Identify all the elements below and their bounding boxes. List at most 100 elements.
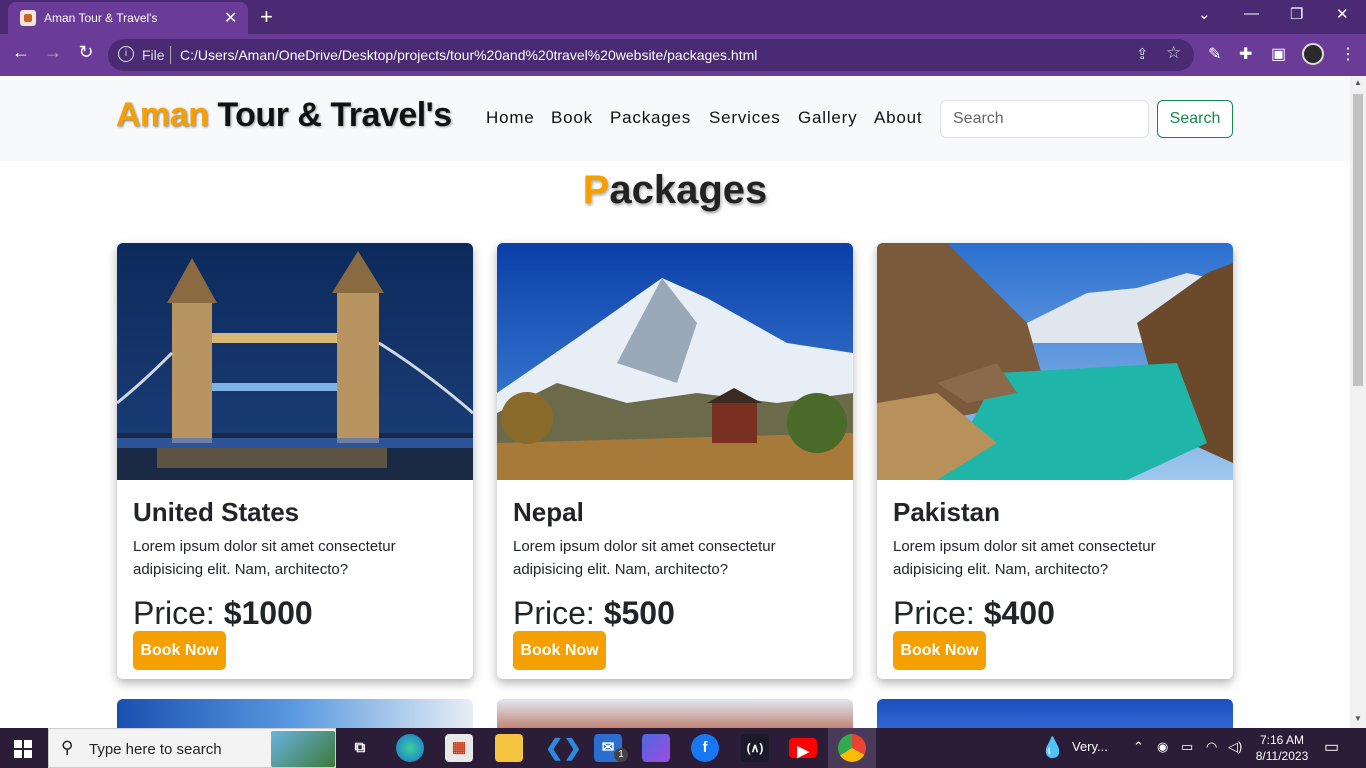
lake-image	[877, 243, 1233, 480]
profile-avatar[interactable]	[1302, 43, 1324, 65]
package-description: Lorem ipsum dolor sit amet consectetur a…	[513, 538, 776, 578]
mail-badge: 1	[614, 748, 628, 762]
chevron-up-icon[interactable]: ⌃	[1133, 739, 1144, 755]
volume-icon[interactable]: ◁)	[1228, 739, 1242, 755]
copilot-icon[interactable]	[642, 734, 670, 762]
nav-packages[interactable]: Packages	[610, 108, 691, 128]
divider	[170, 46, 171, 64]
tower-bridge-image	[117, 243, 473, 480]
title-rest: ackages	[609, 168, 768, 212]
brand-first: Aman	[116, 96, 209, 134]
forward-icon[interactable]: →	[40, 42, 66, 63]
taskbar-search[interactable]: ⚲ Type here to search	[48, 728, 336, 768]
price-label: Price:	[893, 595, 984, 631]
reload-icon[interactable]: ↻	[73, 42, 99, 63]
url-text[interactable]: C:/Users/Aman/OneDrive/Desktop/projects/…	[180, 47, 757, 63]
package-card-partial	[497, 699, 853, 728]
weather-text[interactable]: Very...	[1072, 739, 1108, 754]
nav-gallery[interactable]: Gallery	[798, 108, 857, 128]
nav-services[interactable]: Services	[709, 108, 781, 128]
eyedropper-icon[interactable]: ✎	[1208, 44, 1221, 64]
back-icon[interactable]: ←	[8, 42, 34, 63]
package-name: United States	[133, 497, 300, 527]
site-search-input[interactable]	[940, 100, 1149, 138]
package-price: Price: $500	[513, 595, 675, 632]
scroll-up-icon[interactable]: ▲	[1354, 78, 1362, 87]
new-tab-button[interactable]: +	[260, 4, 273, 30]
windows-taskbar: ⚲ Type here to search ⧉ ▦ ❮❯ ✉ 1 f (∧) ▶…	[0, 728, 1366, 768]
share-icon[interactable]: ⇪	[1136, 45, 1149, 63]
package-description: Lorem ipsum dolor sit amet consectetur a…	[893, 538, 1156, 578]
youtube-icon[interactable]: ▶	[789, 738, 817, 760]
book-now-button[interactable]: Book Now	[513, 631, 606, 670]
package-price: Price: $400	[893, 595, 1055, 632]
bookmark-star-icon[interactable]: ☆	[1166, 43, 1181, 63]
site-search-button[interactable]: Search	[1157, 100, 1233, 138]
browser-tab[interactable]: Aman Tour & Travel's ✕	[8, 2, 248, 34]
price-value: $400	[983, 595, 1055, 631]
page-title: Packages	[0, 168, 1350, 213]
package-card-partial	[117, 699, 473, 728]
tab-title: Aman Tour & Travel's	[44, 11, 158, 25]
restore-icon[interactable]: ❐	[1290, 5, 1303, 23]
book-now-button[interactable]: Book Now	[133, 631, 226, 670]
package-name: Nepal	[513, 497, 584, 527]
facebook-icon[interactable]: f	[691, 734, 719, 762]
site-navbar: Aman Tour & Travel's Home Book Packages …	[0, 76, 1350, 161]
package-card-partial	[877, 699, 1233, 728]
close-window-icon[interactable]: ✕	[1336, 5, 1349, 23]
price-label: Price:	[513, 595, 604, 631]
browser-toolbar: ← → ↻ i File C:/Users/Aman/OneDrive/Desk…	[0, 34, 1366, 76]
nav-book[interactable]: Book	[551, 108, 593, 128]
book-now-button[interactable]: Book Now	[893, 631, 986, 670]
close-tab-icon[interactable]: ✕	[224, 8, 237, 28]
side-panel-icon[interactable]: ▣	[1271, 44, 1286, 64]
page-scrollbar[interactable]: ▲ ▼	[1350, 76, 1366, 728]
store-icon[interactable]: ▦	[445, 734, 473, 762]
menu-icon[interactable]: ⋮	[1340, 44, 1356, 64]
address-bar[interactable]: i File C:/Users/Aman/OneDrive/Desktop/pr…	[108, 39, 1194, 71]
package-card: Pakistan Lorem ipsum dolor sit amet cons…	[877, 243, 1233, 679]
clock[interactable]: 7:16 AM 8/11/2023	[1250, 732, 1314, 764]
meet-icon[interactable]: ◉	[1157, 739, 1168, 755]
clock-date: 8/11/2023	[1255, 749, 1309, 763]
wifi-icon[interactable]: ◠	[1206, 739, 1217, 755]
info-icon[interactable]: i	[118, 46, 134, 62]
clock-time: 7:16 AM	[1259, 733, 1305, 747]
price-value: $1000	[223, 595, 313, 631]
taskbar-search-text: Type here to search	[89, 741, 222, 758]
scroll-thumb[interactable]	[1353, 94, 1363, 386]
scroll-down-icon[interactable]: ▼	[1354, 714, 1362, 723]
chrome-icon[interactable]	[838, 734, 866, 762]
search-icon: ⚲	[61, 738, 74, 757]
package-card: Nepal Lorem ipsum dolor sit amet consect…	[497, 243, 853, 679]
page-viewport: Aman Tour & Travel's Home Book Packages …	[0, 76, 1350, 728]
windows-start-icon[interactable]	[14, 740, 32, 758]
task-view-icon[interactable]: ⧉	[346, 734, 374, 762]
brand-rest: Tour & Travel's	[208, 96, 452, 134]
package-price: Price: $1000	[133, 595, 313, 632]
price-label: Price:	[133, 595, 224, 631]
favicon-icon	[20, 10, 36, 26]
tab-search-icon[interactable]: ⌄	[1198, 5, 1211, 23]
package-description: Lorem ipsum dolor sit amet consectetur a…	[133, 538, 396, 578]
browser-tab-strip: Aman Tour & Travel's ✕ + ⌄ — ❐ ✕	[0, 0, 1366, 34]
weather-icon[interactable]: 💧	[1040, 735, 1065, 760]
battery-icon[interactable]: ▭	[1181, 739, 1193, 755]
site-brand[interactable]: Aman Tour & Travel's	[116, 96, 452, 135]
nav-about[interactable]: About	[874, 108, 922, 128]
mountain-image	[497, 243, 853, 480]
search-highlight-image	[271, 731, 335, 767]
title-highlight: P	[582, 168, 610, 212]
url-scheme-label: File	[142, 47, 165, 63]
minimize-icon[interactable]: —	[1244, 5, 1259, 22]
notification-icon[interactable]: ▭	[1324, 737, 1339, 757]
extensions-icon[interactable]: ✚	[1239, 44, 1252, 64]
edge-icon[interactable]	[396, 734, 424, 762]
nav-home[interactable]: Home	[486, 108, 535, 128]
price-value: $500	[603, 595, 675, 631]
vscode-icon[interactable]: ❮❯	[545, 734, 582, 762]
file-explorer-icon[interactable]	[495, 734, 523, 762]
code-app-icon[interactable]: (∧)	[741, 734, 769, 762]
package-name: Pakistan	[893, 497, 1000, 527]
